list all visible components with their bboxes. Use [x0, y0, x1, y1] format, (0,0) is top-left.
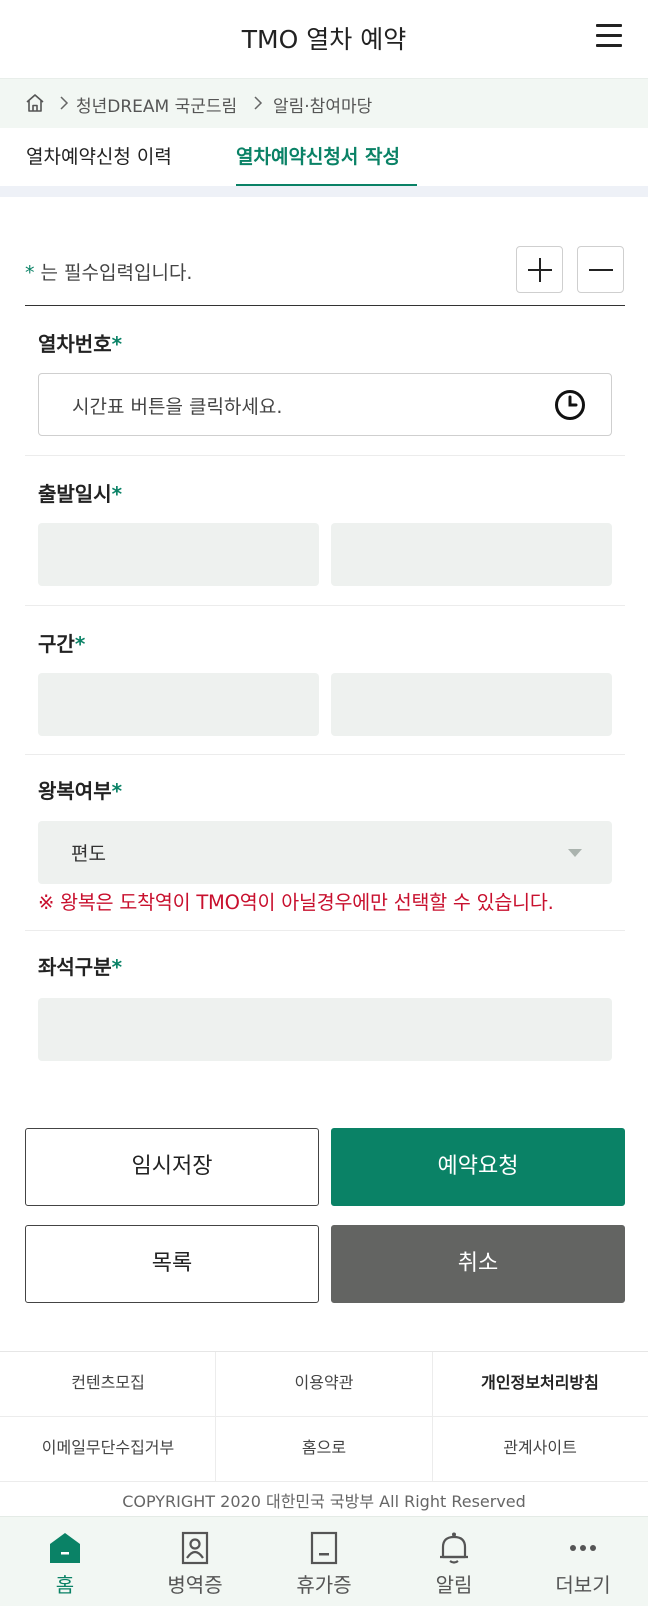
nav-leave-pass-label: 휴가증	[296, 1573, 352, 1597]
seat-class-field[interactable]	[38, 998, 612, 1061]
train-number-label: 열차번호*	[38, 332, 123, 356]
divider	[0, 186, 648, 197]
nav-more[interactable]: 더보기	[518, 1517, 648, 1606]
bottom-nav: 홈 병역증 휴가증 알림 더보기	[0, 1516, 648, 1606]
seat-class-label: 좌석구분*	[38, 955, 123, 979]
nav-notifications-label: 알림	[435, 1573, 473, 1597]
required-note: * 는 필수입력입니다.	[25, 262, 193, 284]
route-label: 구간*	[38, 632, 86, 656]
breadcrumb-item[interactable]: 청년DREAM 국군드림	[76, 92, 237, 117]
divider	[215, 1352, 216, 1482]
train-number-field[interactable]: 시간표 버튼을 클릭하세요.	[38, 373, 612, 436]
departure-date-field[interactable]	[38, 523, 319, 586]
round-trip-notice: ※ 왕복은 도착역이 TMO역이 아닐경우에만 선택할 수 있습니다.	[38, 891, 554, 914]
nav-military-id[interactable]: 병역증	[130, 1517, 260, 1606]
train-number-section: 열차번호* 시간표 버튼을 클릭하세요.	[25, 306, 625, 456]
breadcrumb-item[interactable]: 알림·참여마당	[273, 92, 372, 117]
tab-reservation-form[interactable]: 열차예약신청서 작성	[236, 142, 400, 169]
footer-link-privacy[interactable]: 개인정보처리방침	[432, 1352, 648, 1417]
divider	[432, 1352, 433, 1482]
bell-icon	[440, 1532, 468, 1564]
leave-card-icon	[310, 1531, 338, 1565]
route-from-field[interactable]	[38, 673, 319, 736]
required-note-row: * 는 필수입력입니다.	[25, 246, 625, 306]
departure-time-field[interactable]	[331, 523, 612, 586]
tab-reservation-history[interactable]: 열차예약신청 이력	[26, 142, 172, 169]
footer-link-home[interactable]: 홈으로	[216, 1417, 432, 1482]
departure-label: 출발일시*	[38, 482, 123, 506]
hamburger-menu-icon[interactable]	[596, 24, 622, 48]
chevron-down-icon	[568, 849, 582, 857]
nav-home-label: 홈	[55, 1573, 75, 1597]
footer-link-content-recruit[interactable]: 컨텐츠모집	[0, 1352, 216, 1417]
seat-class-section: 좌석구분*	[25, 931, 625, 1061]
breadcrumb: 청년DREAM 국군드림 알림·참여마당	[0, 78, 648, 128]
tab-bar: 열차예약신청 이력 열차예약신청서 작성	[0, 128, 648, 186]
more-icon	[570, 1545, 596, 1551]
reserve-request-button[interactable]: 예약요청	[331, 1128, 625, 1206]
nav-notifications[interactable]: 알림	[389, 1517, 519, 1606]
clock-icon[interactable]	[553, 388, 587, 422]
route-to-field[interactable]	[331, 673, 612, 736]
home-icon	[50, 1533, 80, 1563]
footer-link-terms[interactable]: 이용약관	[216, 1352, 432, 1417]
zoom-in-button[interactable]	[516, 246, 563, 293]
app-header: TMO 열차 예약	[0, 0, 648, 78]
list-button[interactable]: 목록	[25, 1225, 319, 1303]
round-trip-label: 왕복여부*	[38, 779, 123, 803]
round-trip-select[interactable]: 편도	[38, 821, 612, 884]
home-icon[interactable]	[24, 92, 46, 114]
chevron-right-icon	[254, 96, 263, 110]
departure-section: 출발일시*	[25, 456, 625, 606]
chevron-right-icon	[60, 96, 69, 110]
page-title: TMO 열차 예약	[241, 25, 407, 54]
footer-link-related-sites[interactable]: 관계사이트	[432, 1417, 648, 1482]
footer-links: 컨텐츠모집 이용약관 개인정보처리방침 이메일무단수집거부 홈으로 관계사이트	[0, 1351, 648, 1482]
cancel-button[interactable]: 취소	[331, 1225, 625, 1303]
nav-home[interactable]: 홈	[0, 1517, 130, 1606]
copyright: COPYRIGHT 2020 대한민국 국방부 All Right Reserv…	[122, 1492, 526, 1511]
round-trip-selected-value: 편도	[71, 843, 106, 865]
nav-leave-pass[interactable]: 휴가증	[259, 1517, 389, 1606]
temp-save-button[interactable]: 임시저장	[25, 1128, 319, 1206]
footer-link-email-refusal[interactable]: 이메일무단수집거부	[0, 1417, 216, 1482]
id-card-icon	[181, 1531, 209, 1565]
zoom-out-button[interactable]	[577, 246, 624, 293]
nav-military-id-label: 병역증	[167, 1573, 223, 1597]
nav-more-label: 더보기	[555, 1573, 611, 1597]
train-number-placeholder: 시간표 버튼을 클릭하세요.	[72, 396, 283, 418]
route-section: 구간*	[25, 606, 625, 756]
